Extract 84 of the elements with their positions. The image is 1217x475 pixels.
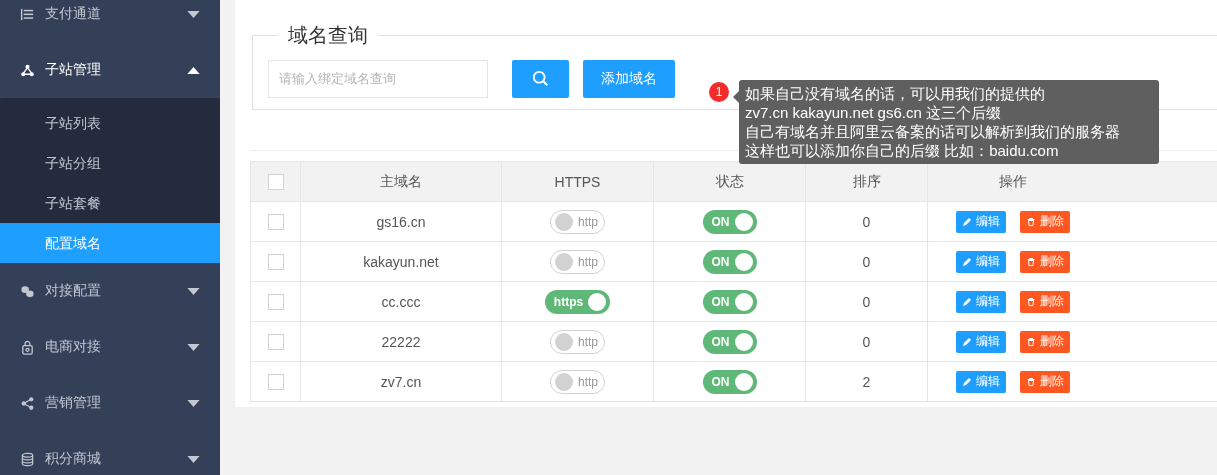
add-domain-button[interactable]: 添加域名 [583, 59, 675, 98]
share-icon [20, 395, 35, 411]
https-toggle[interactable]: https [544, 289, 611, 314]
table-cell: 0 [862, 333, 871, 350]
edit-button[interactable]: 编辑 [955, 290, 1006, 313]
tooltip-text: 如果自己没有域名的话，可以用我们的提供的 [745, 84, 1046, 103]
status-toggle[interactable]: ON [702, 209, 757, 234]
status-toggle[interactable]: ON [702, 249, 757, 274]
submenu-item[interactable]: 配置域名 [0, 223, 220, 263]
delete-button[interactable]: 删除 [1019, 370, 1070, 393]
table-cell: 2 [862, 373, 871, 390]
section-title: 域名查询 [287, 23, 369, 48]
table-cell: zv7.cn [380, 373, 422, 390]
submenu-item[interactable]: 子站分组 [0, 143, 220, 183]
status-toggle[interactable]: ON [702, 329, 757, 354]
caret-icon [187, 66, 200, 74]
checkbox[interactable] [267, 253, 284, 270]
trash-icon [1025, 216, 1036, 227]
table-cell: kakayun.net [363, 253, 439, 270]
edit-button[interactable]: 编辑 [955, 330, 1006, 353]
tooltip-text: 这样也可以添加你自己的后缀 比如：baidu.com [745, 141, 1060, 160]
search-field[interactable]: 请输入绑定域名查询 [268, 59, 488, 98]
edit-button[interactable]: 编辑 [955, 250, 1006, 273]
edit-button[interactable]: 编辑 [955, 370, 1006, 393]
trash-icon [1025, 256, 1036, 267]
checkbox[interactable] [267, 173, 284, 190]
caret-icon [187, 399, 200, 407]
delete-button[interactable]: 删除 [1019, 290, 1070, 313]
nav-label: 营销管理 [45, 394, 102, 412]
nav-label: 积分商城 [45, 450, 102, 468]
pencil-icon [961, 296, 972, 307]
checkbox[interactable] [267, 293, 284, 310]
list-icon [20, 6, 35, 22]
database-icon [20, 451, 35, 467]
delete-button[interactable]: 删除 [1019, 250, 1070, 273]
table-cell: cc.ccc [381, 293, 421, 310]
nav-item[interactable]: 子站管理 [0, 42, 220, 98]
table-cell: gs16.cn [376, 213, 426, 230]
nav-item[interactable]: 电商对接 [0, 319, 220, 375]
trash-icon [1025, 376, 1036, 387]
checkbox[interactable] [267, 333, 284, 350]
bag-icon [20, 339, 35, 355]
nav-label: 子站管理 [45, 61, 102, 79]
nav-label: 支付通道 [45, 5, 102, 23]
pencil-icon [961, 256, 972, 267]
checkbox[interactable] [267, 213, 284, 230]
status-toggle[interactable]: ON [702, 289, 757, 314]
nav-label: 电商对接 [45, 338, 102, 356]
table-cell: 0 [862, 293, 871, 310]
column-header: 排序 [852, 172, 881, 191]
tooltip-text: 自己有域名并且阿里云备案的话可以解析到我们的服务器 [745, 122, 1121, 141]
column-header: HTTPS [554, 173, 601, 190]
table-cell: 0 [862, 253, 871, 270]
pencil-icon [961, 216, 972, 227]
search-button[interactable] [512, 59, 569, 98]
nav-item[interactable]: 积分商城 [0, 431, 220, 475]
delete-button[interactable]: 删除 [1019, 210, 1070, 233]
notification-badge: 1 [709, 82, 729, 102]
column-header: 状态 [715, 172, 744, 191]
checkbox[interactable] [267, 373, 284, 390]
caret-icon [187, 343, 200, 351]
table-cell: 0 [862, 213, 871, 230]
submenu-item[interactable]: 子站列表 [0, 103, 220, 143]
pencil-icon [961, 336, 972, 347]
status-toggle[interactable]: ON [702, 369, 757, 394]
nav-label: 对接配置 [45, 282, 102, 300]
search-icon [531, 69, 550, 88]
nav-item[interactable]: 支付通道 [0, 0, 220, 42]
submenu-item[interactable]: 子站套餐 [0, 183, 220, 223]
table-cell: 22222 [381, 333, 421, 350]
caret-icon [187, 455, 200, 463]
nav-item[interactable]: 对接配置 [0, 263, 220, 319]
trash-icon [1025, 296, 1036, 307]
nav-item[interactable]: 营销管理 [0, 375, 220, 431]
column-header: 操作 [998, 172, 1027, 191]
caret-icon [187, 10, 200, 18]
caret-icon [187, 287, 200, 295]
tooltip-text: zv7.cn kakayun.net gs6.cn 这三个后缀 [745, 103, 1002, 122]
pencil-icon [961, 376, 972, 387]
delete-button[interactable]: 删除 [1019, 330, 1070, 353]
column-header: 主域名 [380, 172, 422, 191]
edit-button[interactable]: 编辑 [955, 210, 1006, 233]
trash-icon [1025, 336, 1036, 347]
sitemap-icon [20, 62, 35, 78]
